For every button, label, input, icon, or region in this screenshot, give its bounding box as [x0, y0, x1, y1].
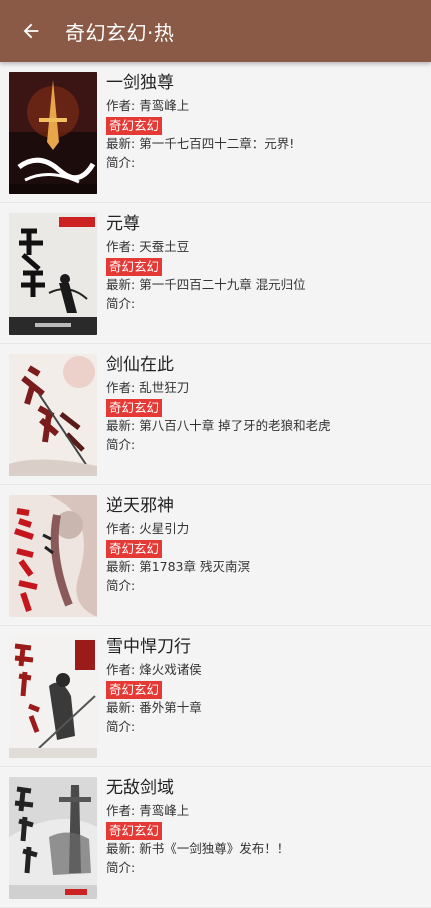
back-button[interactable] [11, 11, 51, 51]
book-item[interactable]: 无敌剑域 作者: 青鸾峰上 奇幻玄幻 最新: 新书《一剑独尊》发布！！ 简介: [0, 767, 431, 908]
author-label: 作者: [106, 239, 140, 254]
latest-chapter: 番外第十章 [139, 700, 202, 715]
intro-label: 简介: [106, 155, 136, 170]
page-title: 奇幻玄幻·热 [65, 20, 175, 45]
intro-label: 简介: [106, 437, 136, 452]
book-cover [9, 495, 97, 617]
book-title: 雪中悍刀行 [106, 637, 191, 657]
author-label: 作者: [106, 803, 140, 818]
intro-label: 简介: [106, 719, 136, 734]
book-author: 天蚕土豆 [139, 239, 190, 254]
arrow-back-icon [23, 23, 39, 39]
genre-badge: 奇幻玄幻 [106, 681, 163, 699]
book-title: 无敌剑域 [106, 778, 174, 798]
book-cover [9, 213, 97, 335]
genre-badge: 奇幻玄幻 [106, 399, 163, 417]
book-item[interactable]: 剑仙在此 作者: 乱世狂刀 奇幻玄幻 最新: 第八百八十章 掉了牙的老狼和老虎 … [0, 344, 431, 485]
intro-label: 简介: [106, 296, 136, 311]
book-item[interactable]: 雪中悍刀行 作者: 烽火戏诸侯 奇幻玄幻 最新: 番外第十章 简介: [0, 626, 431, 767]
latest-chapter: 新书《一剑独尊》发布！！ [139, 841, 290, 856]
author-label: 作者: [106, 662, 140, 677]
author-label: 作者: [106, 380, 140, 395]
book-cover [9, 636, 97, 758]
book-cover [9, 354, 97, 476]
latest-chapter: 第一千七百四十二章：元界! [139, 136, 295, 151]
book-item[interactable]: 一剑独尊 作者: 青鸾峰上 奇幻玄幻 最新: 第一千七百四十二章：元界! 简介: [0, 62, 431, 203]
book-cover [9, 777, 97, 899]
author-label: 作者: [106, 521, 140, 536]
author-label: 作者: [106, 98, 140, 113]
book-author: 烽火戏诸侯 [139, 662, 202, 677]
genre-badge: 奇幻玄幻 [106, 258, 163, 276]
book-title: 元尊 [106, 214, 140, 234]
book-cover [9, 72, 97, 194]
book-title: 一剑独尊 [106, 73, 174, 93]
latest-label: 最新: [106, 841, 140, 856]
book-author: 青鸾峰上 [139, 803, 190, 818]
latest-chapter: 第一千四百二十九章 混元归位 [139, 277, 306, 292]
book-list: 一剑独尊 作者: 青鸾峰上 奇幻玄幻 最新: 第一千七百四十二章：元界! 简介:… [0, 62, 431, 908]
latest-label: 最新: [106, 559, 140, 574]
latest-label: 最新: [106, 277, 140, 292]
book-author: 乱世狂刀 [139, 380, 190, 395]
genre-badge: 奇幻玄幻 [106, 540, 163, 558]
intro-label: 简介: [106, 860, 136, 875]
book-item[interactable]: 元尊 作者: 天蚕土豆 奇幻玄幻 最新: 第一千四百二十九章 混元归位 简介: [0, 203, 431, 344]
book-item[interactable]: 逆天邪神 作者: 火星引力 奇幻玄幻 最新: 第1783章 残灭南溟 简介: [0, 485, 431, 626]
latest-chapter: 第1783章 残灭南溟 [139, 559, 250, 574]
book-author: 青鸾峰上 [139, 98, 190, 113]
genre-badge: 奇幻玄幻 [106, 822, 163, 840]
latest-chapter: 第八百八十章 掉了牙的老狼和老虎 [139, 418, 331, 433]
intro-label: 简介: [106, 578, 136, 593]
book-title: 剑仙在此 [106, 355, 174, 375]
latest-label: 最新: [106, 418, 140, 433]
app-bar: 奇幻玄幻·热 [0, 0, 431, 62]
genre-badge: 奇幻玄幻 [106, 117, 163, 135]
book-title: 逆天邪神 [106, 496, 174, 516]
latest-label: 最新: [106, 700, 140, 715]
book-author: 火星引力 [139, 521, 190, 536]
latest-label: 最新: [106, 136, 140, 151]
